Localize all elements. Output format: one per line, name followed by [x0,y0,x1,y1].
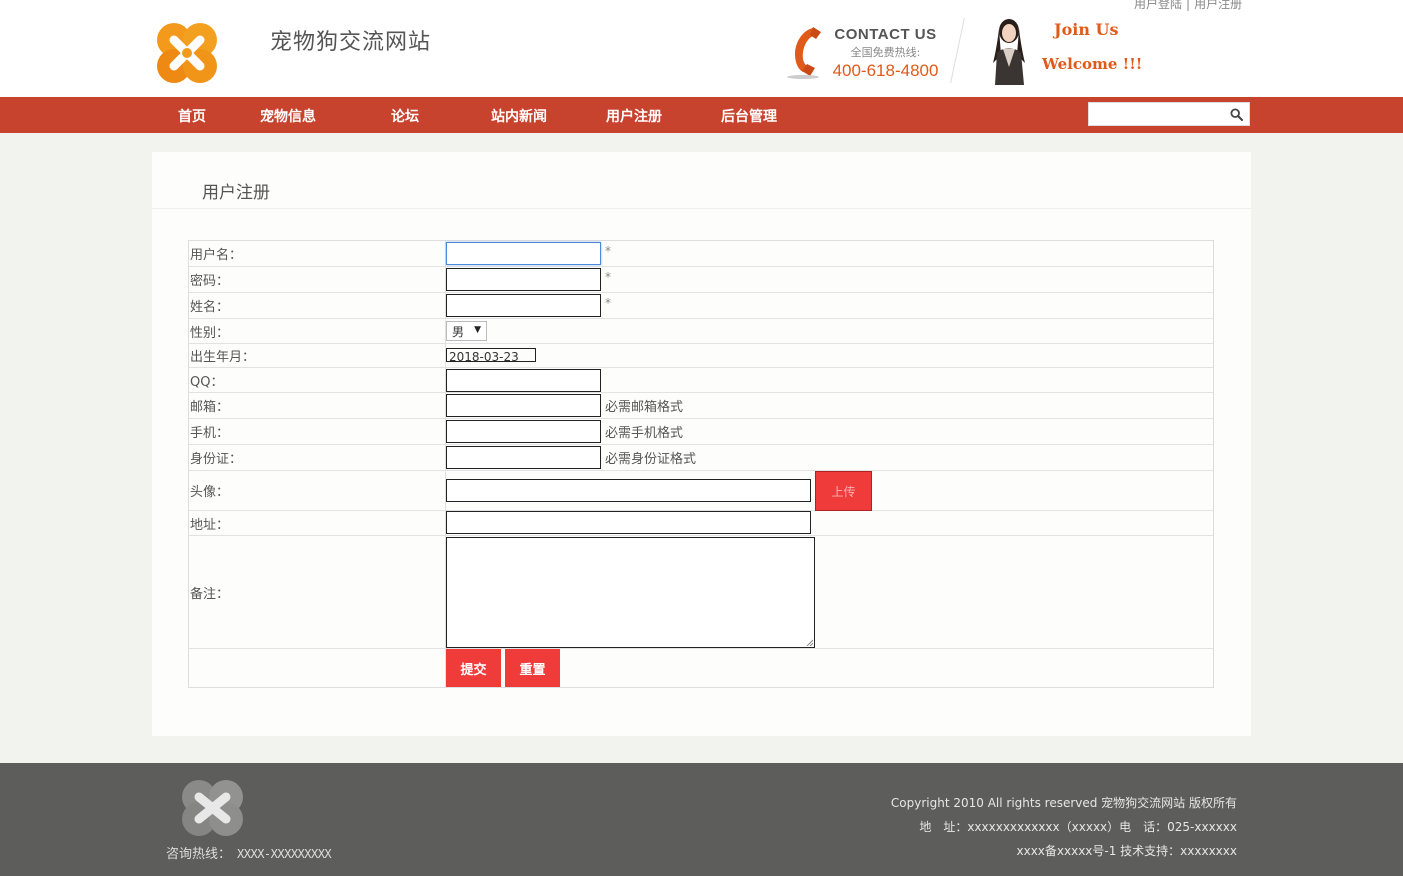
gender-select[interactable]: 男 ▼ [446,321,487,341]
register-link[interactable]: 用户注册 [1194,0,1242,11]
idcard-label: 身份证： [189,445,446,470]
form-row-birthday: 出生年月： 2018-03-23 [189,344,1213,368]
resize-grip-icon[interactable] [805,638,813,646]
form-row-username: 用户名： * [189,241,1213,267]
address-label: 地址： [189,511,446,535]
form-row-password: 密码： * [189,267,1213,293]
required-mark: * [605,270,611,284]
phone-label: 手机： [189,419,446,444]
top-links-separator: | [1186,0,1191,11]
qq-label: QQ： [189,368,446,392]
form-row-phone: 手机： 必需手机格式 [189,419,1213,445]
form-row-address: 地址： [189,511,1213,536]
form-row-avatar: 头像： 上传 [189,471,1213,511]
upload-button[interactable]: 上传 [815,471,872,511]
form-row-email: 邮箱： 必需邮箱格式 [189,393,1213,419]
search-input[interactable] [1091,105,1227,123]
form-row-gender: 性别： 男 ▼ [189,319,1213,344]
reset-button[interactable]: 重置 [505,649,560,687]
form-row-remark: 备注： [189,536,1213,649]
hotline-number: 400-618-4800 [832,61,939,80]
realname-input[interactable] [446,294,601,317]
nav-item-home[interactable]: 首页 [178,106,206,126]
nav-item-forum[interactable]: 论坛 [391,106,419,126]
birthday-date-input[interactable]: 2018-03-23 [446,348,536,362]
person-avatar-image [993,19,1025,85]
submit-button[interactable]: 提交 [446,649,501,687]
header: 用户登陆 | 用户注册 宠物狗交流网站 CONTACT US 全国免费热线: 400… [0,0,1403,97]
footer-address: 地 址：xxxxxxxxxxxxx（xxxxx）电 话：025-xxxxxx [919,820,1237,834]
address-input[interactable] [446,511,811,534]
nav-item-admin[interactable]: 后台管理 [721,106,777,126]
avatar-path-input[interactable] [446,479,811,502]
email-hint: 必需邮箱格式 [605,400,684,415]
required-mark: * [605,296,611,310]
phone-input[interactable] [446,420,601,443]
site-logo[interactable] [152,18,222,88]
join-us-text: Join Us [1054,20,1119,39]
contact-title: CONTACT US [834,26,937,43]
username-input[interactable] [446,242,601,265]
register-form: 用户名： * 密码： * 姓名： * 性别： 男 ▼ 出生年月： 2018-03… [188,240,1214,688]
nav-item-pet-info[interactable]: 宠物信息 [260,106,316,126]
footer-hotline-number: XXXX-XXXXXXXXX [237,847,332,861]
footer-copyright: Copyright 2010 All rights reserved 宠物狗交流… [890,796,1237,810]
footer-hotline: 咨询热线： XXXX-XXXXXXXXX [166,843,332,862]
remark-label: 备注： [189,536,446,648]
birthday-label: 出生年月： [189,344,446,367]
form-row-qq: QQ： [189,368,1213,393]
phone-icon [787,27,821,79]
top-links: 用户登陆 | 用户注册 [1134,0,1242,12]
password-input[interactable] [446,268,601,291]
remark-textarea[interactable] [446,537,815,648]
form-row-actions: 提交 重置 [189,649,1213,687]
qq-input[interactable] [446,369,601,392]
search-icon[interactable] [1230,108,1243,121]
welcome-text: Welcome !!! [1042,55,1143,73]
contact-block: CONTACT US 全国免费热线: 400-618-4800 [828,26,943,81]
main-nav: 首页 宠物信息 论坛 站内新闻 用户注册 后台管理 [0,97,1403,133]
gender-select-value: 男 [452,324,465,339]
idcard-hint: 必需身份证格式 [605,452,697,467]
idcard-input[interactable] [446,446,601,469]
login-link[interactable]: 用户登陆 [1134,0,1182,11]
title-divider [152,208,1251,209]
email-label: 邮箱： [189,393,446,418]
password-label: 密码： [189,267,446,292]
footer: 咨询热线： XXXX-XXXXXXXXX Copyright 2010 All r… [0,763,1403,876]
gender-label: 性别： [189,319,446,343]
nav-item-news[interactable]: 站内新闻 [491,106,547,126]
form-row-idcard: 身份证： 必需身份证格式 [189,445,1213,471]
search-box [1088,102,1250,126]
footer-icp: xxxx备xxxxx号-1 技术支持：xxxxxxxx [1016,844,1237,858]
realname-label: 姓名： [189,293,446,318]
nav-item-register[interactable]: 用户注册 [606,106,662,126]
footer-hotline-label: 咨询热线： [166,847,232,862]
header-divider [950,18,965,83]
required-mark: * [605,244,611,258]
username-label: 用户名： [189,241,446,266]
site-title: 宠物狗交流网站 [270,30,432,55]
form-row-realname: 姓名： * [189,293,1213,319]
hotline-label: 全国免费热线: [850,46,921,59]
avatar-label: 头像： [189,471,446,510]
page-title: 用户注册 [202,183,270,203]
email-input[interactable] [446,394,601,417]
dropdown-arrow-icon: ▼ [474,325,481,335]
actions-label-cell [189,649,446,687]
footer-logo [182,780,243,836]
register-panel: 用户注册 用户名： * 密码： * 姓名： * 性别： 男 ▼ 出生年月： 20… [152,152,1251,736]
phone-hint: 必需手机格式 [605,426,684,441]
